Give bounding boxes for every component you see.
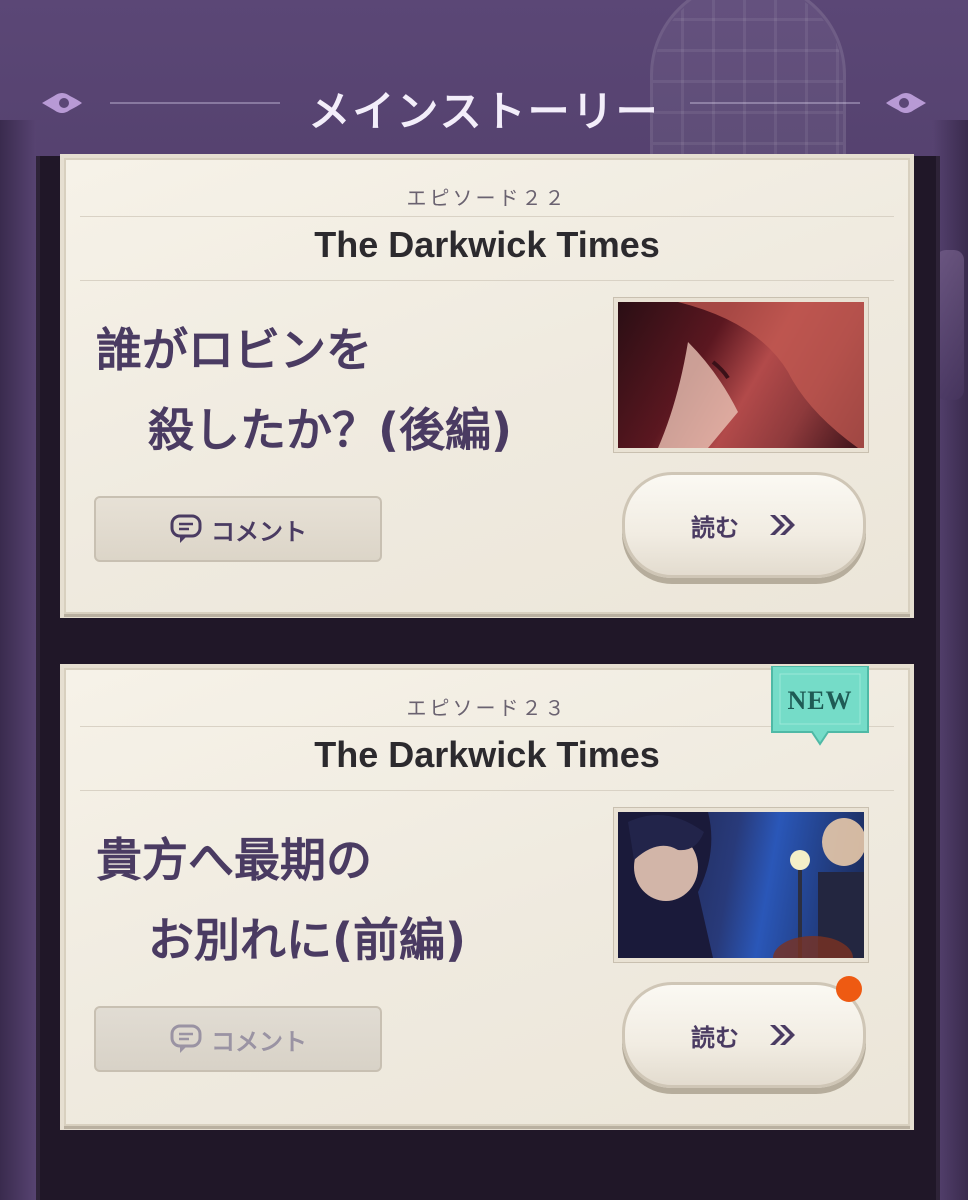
comment-icon	[170, 1024, 202, 1053]
read-label: 読む	[691, 513, 739, 542]
story-title-line1: 貴方へ最期の	[96, 833, 372, 887]
divider	[80, 790, 894, 791]
comment-label: コメント	[211, 517, 307, 546]
story-title: 誰がロビンを 殺したか？(後編)	[96, 310, 616, 470]
comment-button[interactable]: コメント	[94, 496, 382, 562]
page-title: メインストーリー	[308, 87, 660, 136]
episode-thumbnail	[614, 298, 868, 452]
background-pillar-left	[0, 120, 36, 1200]
double-chevron-right-icon	[770, 515, 795, 535]
background-lamp	[936, 250, 964, 400]
notification-dot	[836, 976, 862, 1002]
comment-icon	[170, 514, 202, 543]
divider	[80, 280, 894, 281]
double-chevron-right-icon	[770, 1025, 795, 1045]
ornament-icon	[886, 93, 926, 113]
header: メインストーリー	[0, 70, 968, 140]
episode-card: エピソード２２ The Darkwick Times 誰がロビンを 殺したか？(…	[64, 158, 910, 614]
story-title-line2: お別れに(前編)	[148, 913, 467, 967]
story-title: 貴方へ最期の お別れに(前編)	[96, 820, 616, 980]
thumbnail-art	[618, 812, 864, 958]
read-button[interactable]: 読む	[622, 472, 866, 578]
new-badge-label: NEW	[787, 686, 853, 715]
comment-label: コメント	[211, 1027, 307, 1056]
read-button[interactable]: 読む	[622, 982, 866, 1088]
comment-button[interactable]: コメント	[94, 1006, 382, 1072]
chapter-title: The Darkwick Times	[314, 224, 660, 265]
episode-card: エピソード２３ The Darkwick Times 貴方へ最期の お別れに(前…	[64, 665, 910, 1126]
story-title-line1: 誰がロビンを	[96, 323, 372, 377]
divider	[80, 216, 894, 217]
read-label: 読む	[691, 1023, 739, 1052]
episode-number: エピソード２２	[406, 186, 568, 210]
thumbnail-art	[658, 302, 864, 448]
story-title-line2: 殺したか？(後編)	[148, 403, 513, 457]
new-badge: NEW	[766, 665, 874, 752]
episode-thumbnail	[614, 808, 868, 962]
header-divider-right	[690, 102, 860, 104]
